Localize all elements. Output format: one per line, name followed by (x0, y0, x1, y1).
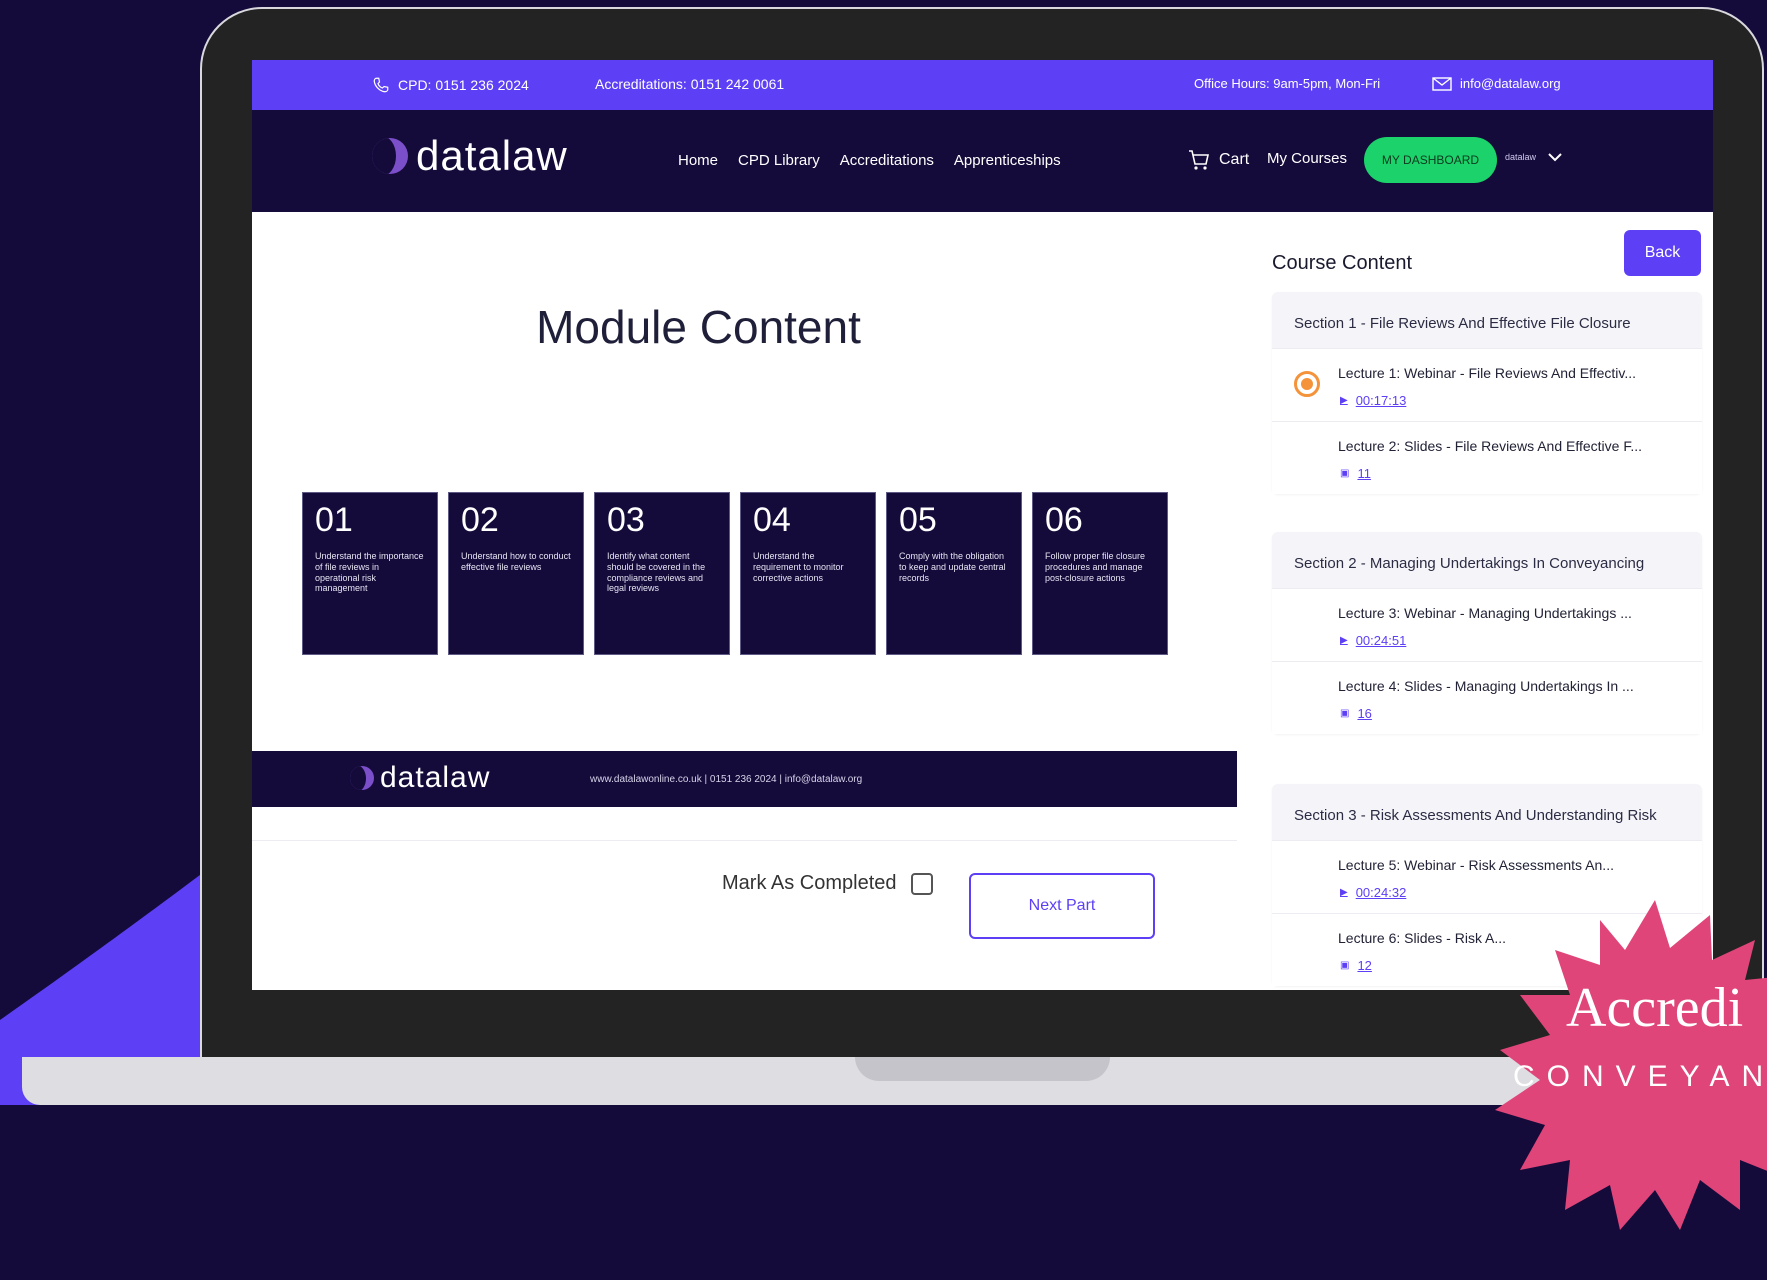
objective-box: 04 Understand the requirement to monitor… (740, 492, 876, 655)
slide-title: Module Content (536, 301, 861, 353)
nav-apprenticeships[interactable]: Apprenticeships (954, 152, 1061, 169)
cart-link[interactable]: Cart (1187, 148, 1249, 172)
my-courses-link[interactable]: My Courses (1267, 150, 1347, 167)
objective-box: 01 Understand the importance of file rev… (302, 492, 438, 655)
lecture-title: Lecture 1: Webinar - File Reviews And Ef… (1338, 364, 1637, 381)
lecture-meta: ▣ 12 (1340, 958, 1372, 973)
nav-home[interactable]: Home (678, 152, 718, 169)
objective-number: 02 (461, 501, 499, 539)
objective-number: 04 (753, 501, 791, 539)
lecture-meta: ▶ 00:24:51 (1340, 633, 1406, 648)
objective-text: Understand the requirement to monitor co… (753, 551, 844, 583)
objective-number: 05 (899, 501, 937, 539)
slide-footer-contact: www.datalawonline.co.uk | 0151 236 2024 … (590, 774, 863, 785)
nav-cpd-library[interactable]: CPD Library (738, 152, 820, 169)
logo-mark-icon (350, 766, 374, 790)
play-icon: ▶ (1340, 886, 1348, 898)
mark-completed-checkbox[interactable] (910, 872, 933, 895)
cpd-phone[interactable]: CPD: 0151 236 2024 (372, 76, 529, 94)
contact-email[interactable]: info@datalaw.org (1432, 76, 1561, 91)
back-button[interactable]: Back (1624, 230, 1701, 276)
slides-icon: ▣ (1340, 707, 1350, 719)
lecture-meta: ▶ 00:17:13 (1340, 393, 1406, 408)
objective-box: 05 Comply with the obligation to keep an… (886, 492, 1022, 655)
slide-footer: datalaw www.datalawonline.co.uk | 0151 2… (252, 751, 1237, 807)
mark-completed-label: Mark As Completed (722, 872, 897, 894)
lecture-page-count[interactable]: 12 (1357, 958, 1371, 973)
objective-number: 01 (315, 501, 353, 539)
logo-mark-icon (372, 138, 408, 174)
datalaw-logo[interactable]: datalaw (372, 135, 568, 177)
objective-text: Understand how to conduct effective file… (461, 551, 571, 572)
lecture-meta: ▶ 00:24:32 (1340, 885, 1406, 900)
footer-logo-text: datalaw (380, 761, 491, 794)
course-section: Section 2 - Managing Undertakings In Con… (1272, 532, 1702, 734)
next-part-button[interactable]: Next Part (969, 873, 1155, 939)
contact-topbar: CPD: 0151 236 2024 Accreditations: 0151 … (252, 60, 1713, 110)
active-lecture-indicator (1294, 370, 1320, 397)
nav-menu: Home CPD Library Accreditations Apprenti… (678, 152, 1061, 169)
course-content-title: Course Content (1272, 252, 1413, 274)
play-icon: ▶ (1340, 394, 1348, 406)
objective-text: Identify what content should be covered … (607, 551, 706, 594)
lecture-meta: ▣ 16 (1340, 706, 1372, 721)
objective-box: 03 Identify what content should be cover… (594, 492, 730, 655)
lecture-duration[interactable]: 00:17:13 (1356, 393, 1407, 408)
slides-icon: ▣ (1340, 959, 1350, 971)
lecture-meta: ▣ 11 (1340, 466, 1371, 481)
objective-text: Understand the importance of file review… (315, 551, 424, 594)
slide-footer-logo: datalaw (350, 763, 490, 793)
badge-line-2: CONVEYAN (1513, 1060, 1767, 1093)
course-section: Section 1 - File Reviews And Effective F… (1272, 292, 1702, 494)
lecture-title: Lecture 3: Webinar - Managing Undertakin… (1338, 604, 1632, 621)
office-hours-text: Office Hours: 9am-5pm, Mon-Fri (1194, 76, 1381, 91)
objective-number: 03 (607, 501, 645, 539)
user-name: datalaw (1505, 152, 1537, 162)
slides-icon: ▣ (1340, 467, 1350, 479)
office-hours: Office Hours: 9am-5pm, Mon-Fri (1194, 76, 1380, 91)
mail-icon (1432, 76, 1452, 91)
logo-text: datalaw (416, 132, 568, 179)
user-menu[interactable]: datalaw (1505, 152, 1562, 162)
cart-label: Cart (1219, 151, 1250, 168)
cart-icon (1189, 150, 1209, 170)
lecture-title: Lecture 4: Slides - Managing Undertaking… (1338, 677, 1634, 694)
lecture-item[interactable]: Lecture 1: Webinar - File Reviews And Ef… (1272, 347, 1702, 421)
contact-email-text: info@datalaw.org (1460, 76, 1561, 91)
laptop-notch (855, 1057, 1110, 1081)
accreditations-phone-text: Accreditations: 0151 242 0061 (595, 76, 785, 92)
nav-accreditations[interactable]: Accreditations (840, 152, 934, 169)
section-title[interactable]: Section 3 - Risk Assessments And Underst… (1272, 784, 1702, 840)
section-title[interactable]: Section 2 - Managing Undertakings In Con… (1272, 532, 1702, 588)
my-dashboard-button[interactable]: MY DASHBOARD (1364, 137, 1497, 183)
main-nav: datalaw Home CPD Library Accreditations … (252, 110, 1713, 212)
cpd-phone-text: CPD: 0151 236 2024 (398, 77, 529, 93)
app-screen: CPD: 0151 236 2024 Accreditations: 0151 … (252, 60, 1713, 990)
lecture-item[interactable]: Lecture 2: Slides - File Reviews And Eff… (1272, 420, 1702, 494)
lecture-duration[interactable]: 00:24:32 (1356, 885, 1407, 900)
objective-text: Comply with the obligation to keep and u… (899, 551, 1006, 583)
objective-text: Follow proper file closure procedures an… (1045, 551, 1146, 583)
objectives-grid: 01 Understand the importance of file rev… (302, 492, 1168, 655)
lecture-duration[interactable]: 00:24:51 (1356, 633, 1407, 648)
lecture-title: Lecture 2: Slides - File Reviews And Eff… (1338, 437, 1642, 454)
phone-icon (373, 77, 389, 93)
mark-completed: Mark As Completed (722, 872, 933, 895)
accreditations-phone[interactable]: Accreditations: 0151 242 0061 (595, 76, 784, 92)
slide-viewer: Module Content 01 Understand the importa… (252, 212, 1238, 841)
objective-box: 02 Understand how to conduct effective f… (448, 492, 584, 655)
objective-number: 06 (1045, 501, 1083, 539)
chevron-down-icon (1548, 153, 1562, 162)
lecture-item[interactable]: Lecture 4: Slides - Managing Undertaking… (1272, 660, 1702, 734)
lecture-page-count[interactable]: 16 (1357, 706, 1371, 721)
play-icon: ▶ (1340, 634, 1348, 646)
badge-line-1: Accredi (1566, 977, 1744, 1039)
lecture-page-count[interactable]: 11 (1357, 466, 1371, 481)
section-title[interactable]: Section 1 - File Reviews And Effective F… (1272, 292, 1702, 348)
objective-box: 06 Follow proper file closure procedures… (1032, 492, 1168, 655)
lecture-item[interactable]: Lecture 3: Webinar - Managing Undertakin… (1272, 587, 1702, 661)
